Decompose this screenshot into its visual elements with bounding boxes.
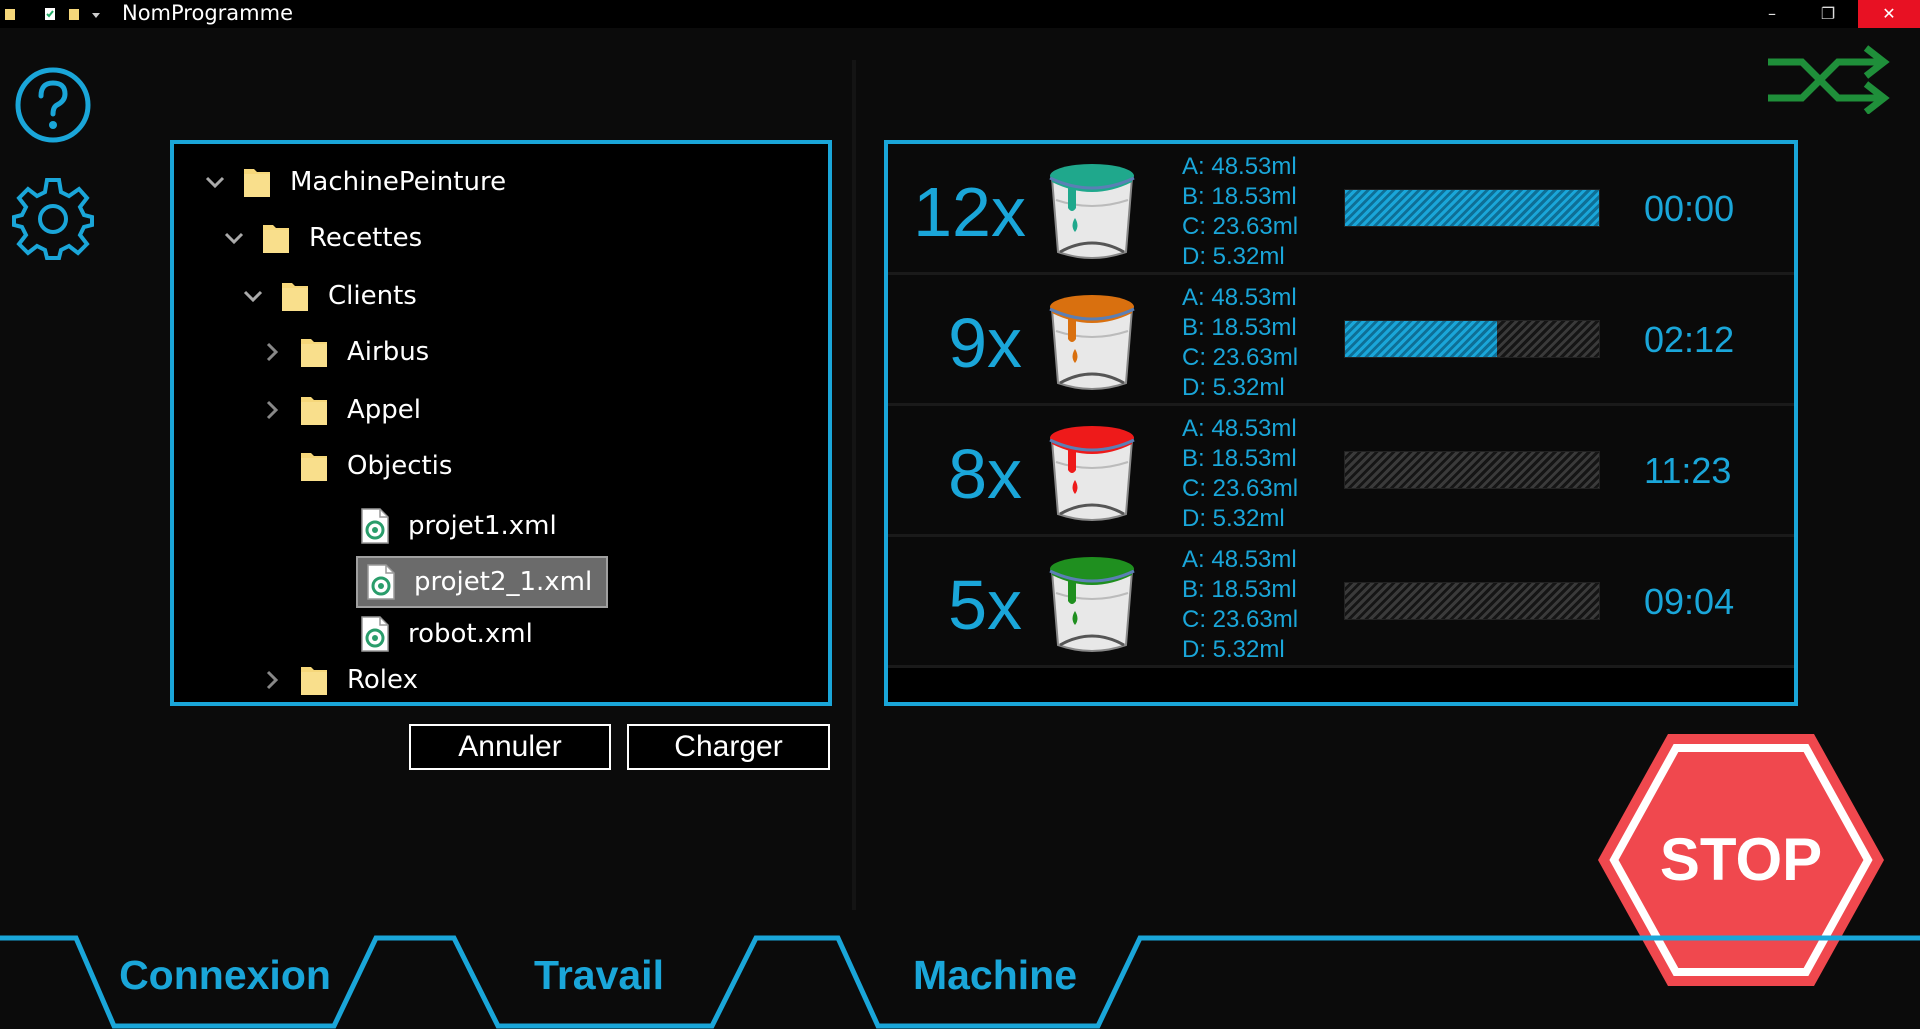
- volume-line: B: 18.53ml: [1182, 183, 1297, 210]
- volume-line: A: 48.53ml: [1182, 415, 1297, 442]
- job-progress-bar: [1344, 189, 1600, 227]
- tree-file-item[interactable]: projet2_1.xml: [356, 556, 609, 608]
- chevron-down-icon[interactable]: [242, 285, 264, 307]
- paint-volumes: A: 48.53ml B: 18.53ml C: 23.63ml D: 5.32ml: [1182, 152, 1298, 272]
- tab-connexion[interactable]: Connexion: [95, 952, 355, 999]
- folder-icon[interactable]: [4, 7, 16, 21]
- cancel-button[interactable]: Annuler: [409, 724, 611, 770]
- close-button[interactable]: ✕: [1858, 0, 1920, 28]
- panel-divider: [852, 60, 856, 910]
- folder-icon: [301, 667, 327, 695]
- title-bar: NomProgramme – ❐ ✕: [0, 0, 1920, 28]
- chevron-down-icon[interactable]: [223, 227, 245, 249]
- folder-icon: [244, 169, 270, 197]
- tree-item-label: Recettes: [309, 223, 423, 253]
- folder-icon: [301, 453, 327, 481]
- volume-line: B: 18.53ml: [1182, 445, 1297, 472]
- tree-item-label: robot.xml: [408, 619, 533, 649]
- volume-line: A: 48.53ml: [1182, 546, 1297, 573]
- progress-fill: [1345, 190, 1599, 226]
- tree-item-label: Objectis: [347, 451, 453, 481]
- job-time: 02:12: [1644, 319, 1735, 360]
- tree-file-item[interactable]: robot.xml: [360, 614, 533, 654]
- job-progress-bar: [1344, 451, 1600, 489]
- tree-file-item[interactable]: projet1.xml: [360, 506, 557, 546]
- load-button[interactable]: Charger: [627, 724, 830, 770]
- volume-line: D: 5.32ml: [1182, 636, 1285, 663]
- chevron-right-icon[interactable]: [261, 399, 283, 421]
- tab-machine[interactable]: Machine: [865, 952, 1125, 999]
- job-row: 12x A: 48.53ml B: 18.53ml C: 23.63ml D: 5.32…: [888, 144, 1794, 275]
- job-count: 9x: [948, 304, 1022, 382]
- paint-bucket-icon: [1049, 557, 1135, 652]
- tree-folder-item[interactable]: Appel: [261, 390, 421, 430]
- job-queue: 12x A: 48.53ml B: 18.53ml C: 23.63ml D: 5.32…: [884, 140, 1798, 706]
- tree-item-label: MachinePeinture: [290, 167, 507, 197]
- xml-file-icon: [361, 508, 389, 544]
- tree-item-label: Clients: [328, 281, 417, 311]
- tree-item-label: Appel: [347, 395, 422, 425]
- job-row: 9x A: 48.53ml B: 18.53ml C: 23.63ml D: 5.32m…: [888, 275, 1794, 406]
- tree-item-label: Rolex: [347, 665, 418, 695]
- job-count: 8x: [948, 435, 1022, 513]
- tree-item-label: projet2_1.xml: [414, 567, 593, 597]
- paint-volumes: A: 48.53ml B: 18.53ml C: 23.63ml D: 5.32ml: [1182, 545, 1298, 665]
- job-time: 09:04: [1644, 581, 1735, 622]
- window-title: NomProgramme: [122, 1, 293, 25]
- restore-button[interactable]: ❐: [1800, 0, 1856, 28]
- volume-line: D: 5.32ml: [1182, 505, 1285, 532]
- volume-line: C: 23.63ml: [1182, 344, 1299, 371]
- folder-icon: [282, 283, 308, 311]
- tree-item-label: Airbus: [347, 337, 430, 367]
- properties-icon[interactable]: [44, 7, 56, 21]
- tree-folder-item[interactable]: Clients: [242, 276, 417, 316]
- tree-folder-item[interactable]: MachinePeinture: [204, 162, 506, 202]
- paint-bucket-icon: [1049, 295, 1135, 390]
- job-progress-bar: [1344, 320, 1600, 358]
- gear-icon[interactable]: [10, 176, 96, 262]
- job-row: 8x A: 48.53ml B: 18.53ml C: 23.63ml D: 5.32m…: [888, 406, 1794, 537]
- volume-line: A: 48.53ml: [1182, 284, 1297, 311]
- paint-volumes: A: 48.53ml B: 18.53ml C: 23.63ml D: 5.32ml: [1182, 414, 1298, 534]
- help-icon[interactable]: [14, 66, 92, 144]
- tree-folder-item[interactable]: Airbus: [261, 332, 429, 372]
- minimize-button[interactable]: –: [1744, 0, 1800, 28]
- shuffle-icon[interactable]: [1768, 44, 1892, 114]
- recipe-tree[interactable]: MachinePeinture Recettes Clients Airbus Appe…: [170, 140, 832, 706]
- paint-volumes: A: 48.53ml B: 18.53ml C: 23.63ml D: 5.32ml: [1182, 283, 1298, 403]
- tree-folder-item[interactable]: Recettes: [223, 218, 422, 258]
- stop-label: STOP: [1660, 826, 1822, 893]
- job-time: 00:00: [1644, 188, 1735, 229]
- job-time: 11:23: [1644, 450, 1732, 491]
- tab-travail[interactable]: Travail: [469, 952, 729, 999]
- volume-line: C: 23.63ml: [1182, 475, 1299, 502]
- volume-line: B: 18.53ml: [1182, 576, 1297, 603]
- new-folder-icon[interactable]: [68, 7, 80, 21]
- folder-icon: [301, 339, 327, 367]
- volume-line: C: 23.63ml: [1182, 213, 1299, 240]
- folder-icon: [263, 225, 289, 253]
- job-row: 5x A: 48.53ml B: 18.53ml C: 23.63ml D: 5.32m…: [888, 537, 1794, 668]
- progress-fill: [1345, 321, 1498, 357]
- volume-line: D: 5.32ml: [1182, 243, 1285, 270]
- folder-icon: [301, 397, 327, 425]
- volume-line: B: 18.53ml: [1182, 314, 1297, 341]
- job-count: 12x: [913, 173, 1026, 251]
- paint-bucket-icon: [1049, 164, 1135, 259]
- customize-toolbar-icon[interactable]: [90, 7, 102, 21]
- tree-item-label: projet1.xml: [408, 511, 557, 541]
- volume-line: D: 5.32ml: [1182, 374, 1285, 401]
- job-progress-bar: [1344, 582, 1600, 620]
- volume-line: C: 23.63ml: [1182, 606, 1299, 633]
- job-count: 5x: [948, 566, 1022, 644]
- chevron-right-icon[interactable]: [261, 341, 283, 363]
- xml-file-icon: [361, 616, 389, 652]
- tree-folder-item[interactable]: Objectis: [261, 446, 452, 486]
- xml-file-icon: [367, 564, 395, 600]
- tree-folder-item[interactable]: Rolex: [261, 660, 418, 700]
- chevron-right-icon[interactable]: [261, 669, 283, 691]
- chevron-down-icon[interactable]: [204, 171, 226, 193]
- paint-bucket-icon: [1049, 426, 1135, 521]
- volume-line: A: 48.53ml: [1182, 153, 1297, 180]
